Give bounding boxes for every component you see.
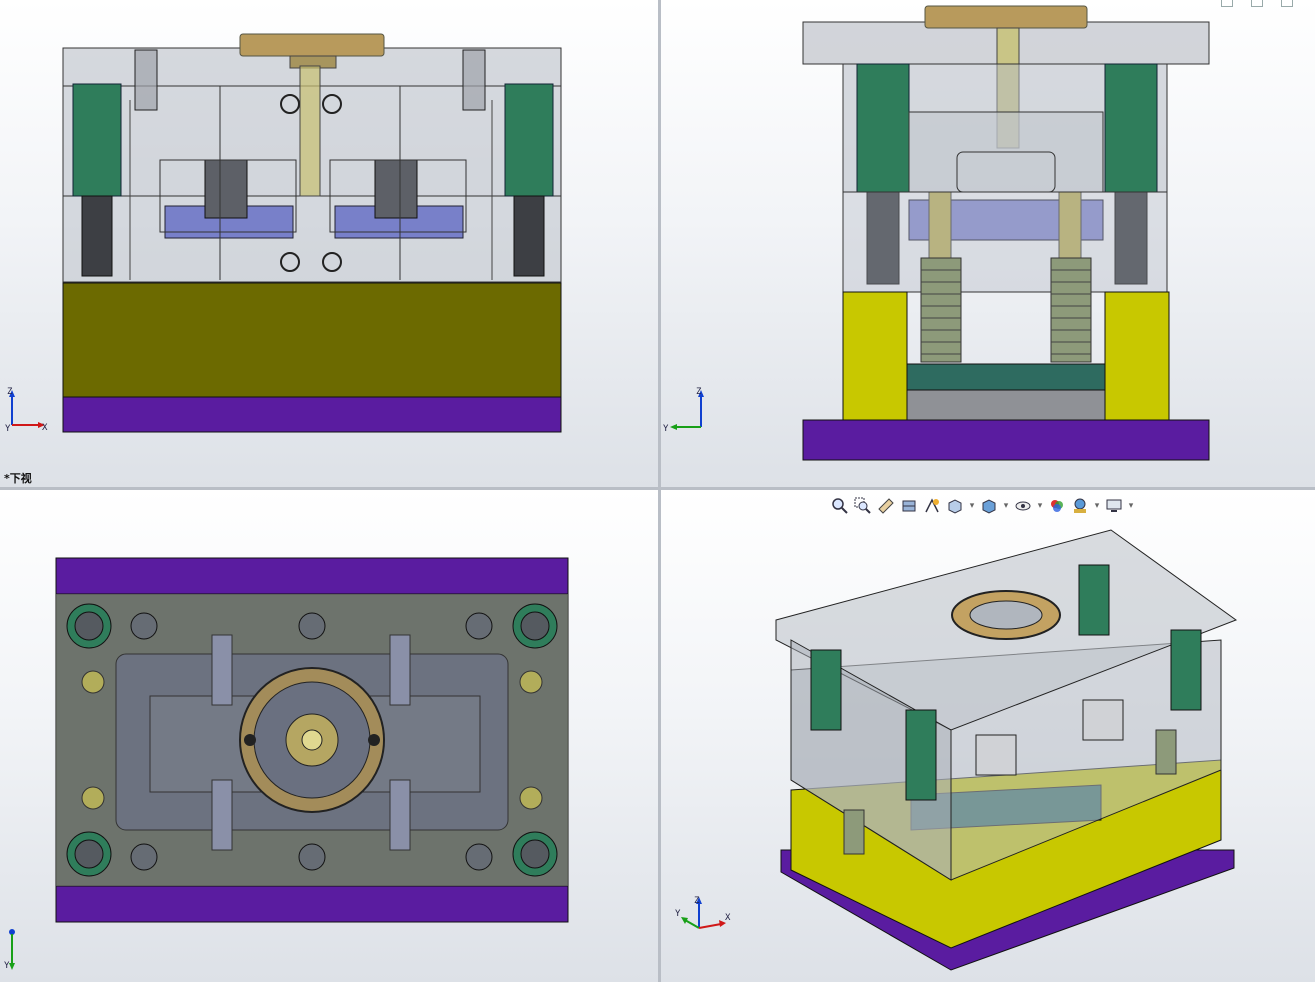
- previous-view-icon[interactable]: [875, 495, 897, 517]
- bottom-view-drawing: [55, 557, 569, 923]
- viewport-splitter-horizontal[interactable]: [0, 487, 1315, 490]
- zoom-to-area-icon[interactable]: [852, 495, 874, 517]
- section-view-icon[interactable]: [898, 495, 920, 517]
- view-settings-icon[interactable]: [1103, 495, 1125, 517]
- svg-text:Y: Y: [4, 961, 10, 971]
- apply-scene-dropdown[interactable]: ▾: [1092, 495, 1102, 517]
- svg-text:Z: Z: [696, 387, 702, 397]
- isometric-viewport[interactable]: Z Y X: [661, 490, 1315, 982]
- front-view-drawing: [62, 33, 562, 433]
- locating-ring: [924, 5, 1088, 29]
- guide-bushing-left: [72, 83, 122, 197]
- triad-bottom: Y: [4, 929, 15, 971]
- dynamic-annotation-icon[interactable]: [921, 495, 943, 517]
- isometric-view-drawing: [775, 529, 1238, 971]
- svg-text:Y: Y: [675, 909, 681, 919]
- right-viewport[interactable]: Z Y: [661, 0, 1315, 487]
- viewport-splitter-vertical[interactable]: [658, 0, 661, 982]
- svg-text:X: X: [42, 423, 48, 431]
- zoom-to-fit-icon[interactable]: [829, 495, 851, 517]
- svg-text:Z: Z: [694, 896, 700, 906]
- svg-text:X: X: [725, 913, 731, 923]
- svg-text:Y: Y: [5, 424, 11, 431]
- triad-right: Z Y: [663, 387, 704, 431]
- view-orientation-icon[interactable]: [944, 495, 966, 517]
- view-label: *下视: [4, 472, 32, 485]
- hide-show-icon[interactable]: [1012, 495, 1034, 517]
- bottom-viewport[interactable]: Y: [0, 490, 658, 982]
- svg-text:Z: Z: [7, 387, 13, 397]
- view-orientation-dropdown[interactable]: ▾: [967, 495, 977, 517]
- locating-ring: [239, 33, 385, 57]
- heads-up-view-toolbar: ▾ ▾ ▾ ▾ ▾: [829, 495, 1136, 517]
- svg-text:Y: Y: [663, 424, 669, 431]
- triad-iso: Z Y X: [675, 896, 731, 929]
- right-view-drawing: [802, 5, 1210, 461]
- b-plate: [62, 195, 562, 283]
- bottom-clamp-plate: [62, 396, 562, 433]
- view-settings-dropdown[interactable]: ▾: [1126, 495, 1136, 517]
- spacer-block: [62, 282, 562, 398]
- display-style-dropdown[interactable]: ▾: [1001, 495, 1011, 517]
- guide-bushing-right: [504, 83, 554, 197]
- front-viewport[interactable]: Z X Y *下视: [0, 0, 658, 487]
- edit-appearance-icon[interactable]: [1046, 495, 1068, 517]
- hide-show-dropdown[interactable]: ▾: [1035, 495, 1045, 517]
- apply-scene-icon[interactable]: [1069, 495, 1091, 517]
- display-style-icon[interactable]: [978, 495, 1000, 517]
- triad-front: Z X Y: [5, 387, 48, 431]
